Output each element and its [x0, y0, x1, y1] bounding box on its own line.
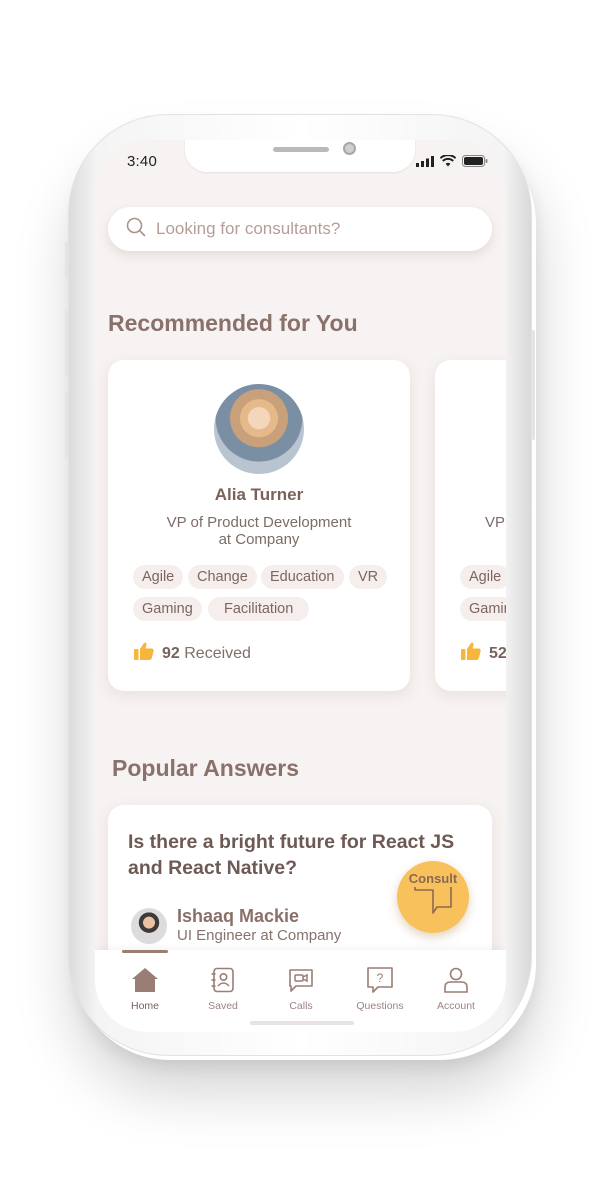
wifi-icon — [439, 154, 457, 172]
nav-saved-label: Saved — [208, 1000, 238, 1012]
nav-questions[interactable]: ? Questions — [344, 950, 416, 1020]
likes-received-partial: 52 — [461, 642, 506, 665]
power-button — [531, 330, 535, 440]
nav-calls-label: Calls — [289, 1000, 313, 1012]
tag-chip[interactable]: Facilitation — [208, 597, 310, 621]
nav-account-label: Account — [437, 1000, 475, 1012]
volume-down-button — [65, 392, 69, 458]
consultant-role-line2: at Company — [218, 531, 300, 548]
search-icon — [126, 217, 146, 242]
nav-saved[interactable]: Saved — [187, 950, 259, 1020]
thumbs-up-icon — [461, 642, 481, 665]
tag-chip[interactable]: Agile — [460, 565, 506, 589]
popular-title: Popular Answers — [112, 755, 300, 781]
consultant-card[interactable]: Alia Turner VP of Product Development at… — [108, 360, 410, 691]
tag-chip[interactable]: Gaming — [133, 597, 202, 621]
tag-chip[interactable]: Change — [188, 565, 257, 589]
nav-calls[interactable]: Calls — [265, 950, 337, 1020]
notch — [185, 140, 415, 172]
likes-received: 92 Received — [134, 642, 251, 665]
likes-label: Received — [184, 644, 251, 662]
status-icons — [416, 154, 488, 172]
consultant-role-partial: VP — [485, 514, 506, 531]
likes-count: 92 — [162, 644, 180, 662]
nav-account[interactable]: Account — [420, 950, 492, 1020]
recommended-title: Recommended for You — [108, 310, 358, 336]
question-icon: ? — [366, 966, 394, 994]
author-avatar — [131, 908, 167, 944]
signal-icon — [416, 154, 434, 172]
consult-button[interactable]: Consult — [397, 861, 469, 933]
person-icon — [443, 966, 469, 994]
battery-icon — [462, 154, 488, 172]
app-screen: 3:40 Recommended for You Alia Turner VP … — [95, 140, 506, 1032]
consultant-card-next[interactable]: VP Agile Gamin 52 — [435, 360, 506, 691]
consultant-role: VP of Product Development at Company — [108, 514, 410, 548]
tag-chip[interactable]: Agile — [133, 565, 184, 589]
tag-chip[interactable]: Education — [261, 565, 344, 589]
consultant-role-line1: VP of Product Development — [166, 514, 352, 531]
author-role: UI Engineer at Company — [177, 927, 342, 944]
mute-switch — [65, 242, 69, 278]
home-indicator-bar — [250, 1021, 354, 1025]
author-name: Ishaaq Mackie — [177, 906, 300, 926]
likes-count-partial: 52 — [489, 644, 506, 662]
thumbs-up-icon — [134, 642, 154, 665]
volume-up-button — [65, 310, 69, 376]
contact-book-icon — [210, 966, 236, 994]
consultant-name: Alia Turner — [214, 485, 304, 504]
tag-chip[interactable]: Gamin — [460, 597, 506, 621]
chat-bubble-icon — [412, 886, 454, 919]
search-bar[interactable] — [108, 207, 492, 251]
search-input[interactable] — [156, 219, 456, 239]
svg-text:?: ? — [377, 971, 384, 985]
status-time: 3:40 — [127, 153, 157, 170]
nav-home[interactable]: Home — [109, 950, 181, 1020]
bottom-nav: Home Saved Calls ? Questions Account — [95, 950, 506, 1032]
video-call-icon — [287, 966, 315, 994]
nav-home-label: Home — [130, 1000, 159, 1012]
front-camera — [343, 142, 356, 155]
nav-questions-label: Questions — [356, 1000, 404, 1012]
consultant-avatar — [214, 384, 304, 474]
speaker-grille — [273, 147, 329, 152]
tag-chip[interactable]: VR — [349, 565, 388, 589]
home-icon — [131, 966, 159, 994]
consult-label: Consult — [408, 871, 458, 886]
